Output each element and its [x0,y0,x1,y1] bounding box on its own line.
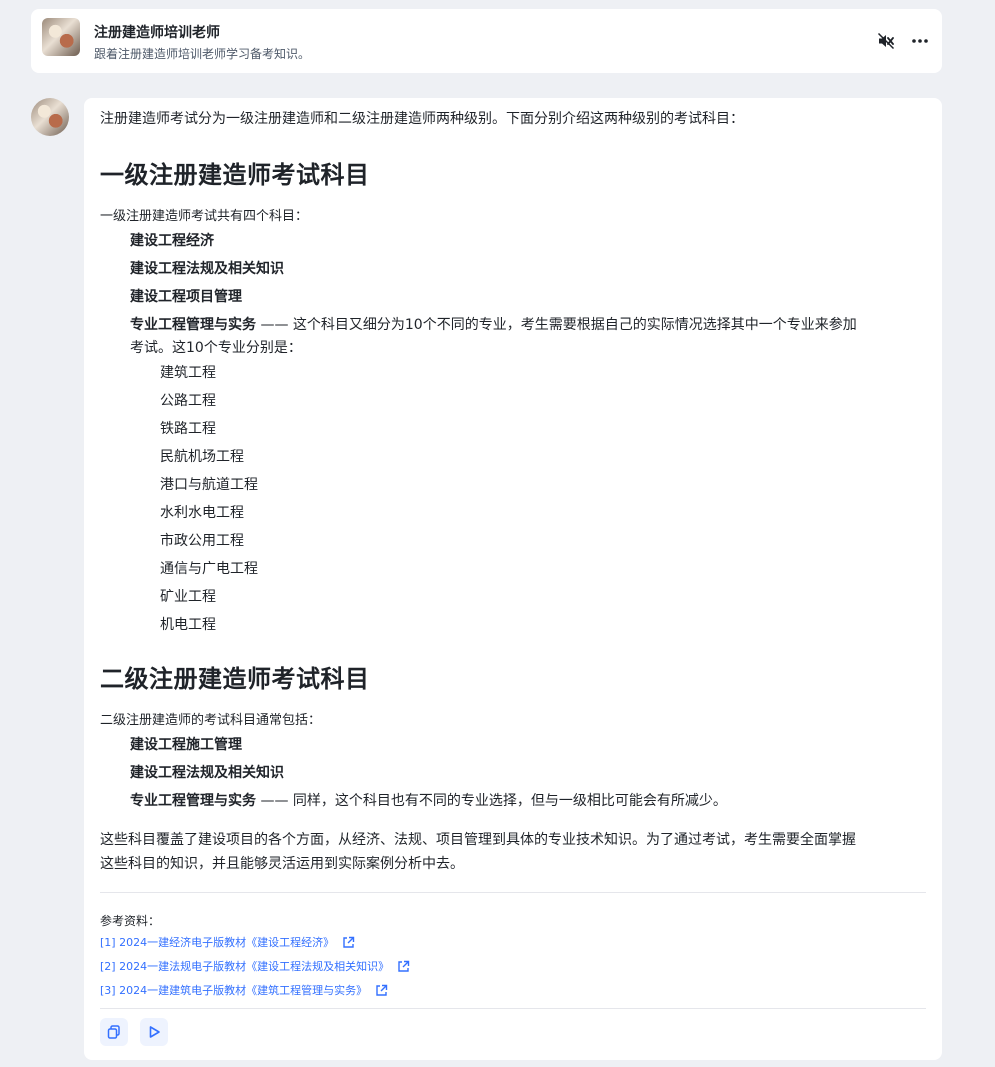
level2-heading: 二级注册建造师考试科目 [100,664,370,693]
level1-subject: 建设工程法规及相关知识 [130,258,284,278]
specialty-item: 建筑工程 [160,365,216,381]
reference-text[interactable]: [2] 2024一建法规电子版教材《建设工程法规及相关知识》 [100,958,389,974]
specialty-item: 港口与航道工程 [160,477,258,493]
reference-link[interactable]: [2] 2024一建法规电子版教材《建设工程法规及相关知识》 [100,958,410,974]
practice-desc: —— 同样，这个科目也有不同的专业选择，但与一级相比可能会有所减少。 [256,793,727,809]
subject-label: 建设工程法规及相关知识 [130,765,284,781]
play-button[interactable] [140,1018,168,1046]
reference-text[interactable]: [1] 2024一建经济电子版教材《建设工程经济》 [100,934,334,950]
specialty-item: 民航机场工程 [160,449,244,465]
summary-line: 这些科目的知识，并且能够灵活运用到实际案例分析中去。 [100,856,464,872]
reference-link[interactable]: [3] 2024一建建筑电子版教材《建筑工程管理与实务》 [100,982,388,998]
play-icon [149,1026,160,1038]
message-card: 注册建造师考试分为一级注册建造师和二级注册建造师两种级别。下面分别介绍这两种级别… [84,98,942,1060]
speaker-muted-icon[interactable] [876,31,896,51]
bot-avatar[interactable] [42,18,80,56]
level2-practice: 专业工程管理与实务 —— 同样，这个科目也有不同的专业选择，但与一级相比可能会有… [130,790,727,810]
practice-desc-2: 考试。这10个专业分别是： [130,340,302,356]
practice-label: 专业工程管理与实务 [130,317,256,333]
practice-desc-1: —— 这个科目又细分为10个不同的专业，考生需要根据自己的实际情况选择其中一个专… [256,317,857,333]
specialty-item: 矿业工程 [160,589,216,605]
level1-subject: 建设工程项目管理 [130,286,242,306]
more-icon[interactable] [910,31,930,51]
level2-subject: 建设工程施工管理 [130,734,242,754]
level1-practice: 专业工程管理与实务 —— 这个科目又细分为10个不同的专业，考生需要根据自己的实… [130,314,926,360]
copy-icon [107,1025,120,1039]
external-link-icon[interactable] [375,984,388,997]
chat-header: 注册建造师培训老师 跟着注册建造师培训老师学习备考知识。 [31,9,942,73]
specialty-item: 铁路工程 [160,421,216,437]
summary-text: 这些科目覆盖了建设项目的各个方面，从经济、法规、项目管理到具体的专业技术知识。为… [100,828,856,876]
level2-subject: 建设工程法规及相关知识 [130,762,284,782]
subject-label: 建设工程施工管理 [130,737,242,753]
level2-lead: 二级注册建造师的考试科目通常包括： [100,713,322,728]
summary-line: 这些科目覆盖了建设项目的各个方面，从经济、法规、项目管理到具体的专业技术知识。为… [100,832,856,848]
external-link-icon[interactable] [397,960,410,973]
header-actions [876,31,930,51]
intro-text: 注册建造师考试分为一级注册建造师和二级注册建造师两种级别。下面分别介绍这两种级别… [100,111,744,127]
level1-heading: 一级注册建造师考试科目 [100,160,370,189]
subject-label: 建设工程法规及相关知识 [130,261,284,277]
specialty-item: 机电工程 [160,617,216,633]
reference-link[interactable]: [1] 2024一建经济电子版教材《建设工程经济》 [100,934,355,950]
external-link-icon[interactable] [342,936,355,949]
divider [100,1008,926,1009]
practice-label: 专业工程管理与实务 [130,793,256,809]
subject-label: 建设工程项目管理 [130,289,242,305]
reference-text[interactable]: [3] 2024一建建筑电子版教材《建筑工程管理与实务》 [100,982,367,998]
level1-lead: 一级注册建造师考试共有四个科目： [100,209,309,224]
bot-subtitle: 跟着注册建造师培训老师学习备考知识。 [94,47,311,61]
message-avatar[interactable] [31,98,69,136]
copy-button[interactable] [100,1018,128,1046]
specialty-item: 通信与广电工程 [160,561,258,577]
specialty-item: 市政公用工程 [160,533,244,549]
subject-label: 建设工程经济 [130,233,214,249]
divider [100,892,926,893]
bot-title: 注册建造师培训老师 [94,25,220,41]
level1-subject: 建设工程经济 [130,230,214,250]
specialty-item: 水利水电工程 [160,505,244,521]
references-label: 参考资料： [100,914,161,928]
specialty-item: 公路工程 [160,393,216,409]
